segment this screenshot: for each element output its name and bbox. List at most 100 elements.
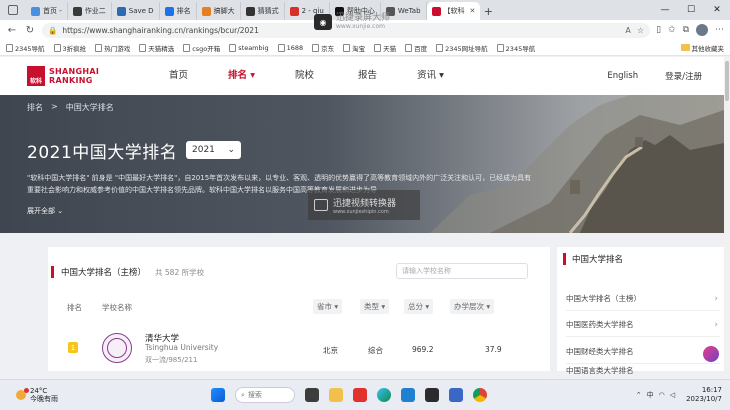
weather-widget[interactable]: 24°C 今晚有雨 xyxy=(16,387,196,403)
other-bookmarks-folder[interactable]: 其他收藏夹 xyxy=(680,43,724,53)
volume-icon[interactable]: ◁ xyxy=(670,391,675,399)
browser-tab-active[interactable]: 【软科 ✕ xyxy=(426,2,481,20)
logo-mark: 软科 xyxy=(27,66,45,86)
bookmark-item[interactable]: 热门游戏 xyxy=(95,43,130,53)
favorites-icon[interactable]: ✩ xyxy=(668,25,676,35)
table-row[interactable]: 1 清华大学 Tsinghua University 双一流/985/211 北… xyxy=(48,327,550,367)
collections-icon[interactable]: ⧉ xyxy=(683,25,689,35)
nav-reports[interactable]: 报告 xyxy=(336,57,399,95)
refresh-icon[interactable]: ↻ xyxy=(24,25,36,36)
sort-score[interactable]: 总分 ▾ xyxy=(404,299,434,314)
bookmark-item[interactable]: 百度 xyxy=(405,43,427,53)
close-tab-icon[interactable]: ✕ xyxy=(470,7,476,15)
system-tray: ⌃ 中 ◠ ◁ 16:17 2023/10/7 xyxy=(636,386,722,404)
browser-tab[interactable]: 搞脚大 xyxy=(197,2,241,20)
tab-favicon xyxy=(245,6,255,16)
maximize-icon[interactable]: ☐ xyxy=(678,0,704,20)
bookmark-item[interactable]: 京东 xyxy=(312,43,334,53)
tab-actions-button[interactable] xyxy=(0,0,26,20)
back-icon[interactable]: ← xyxy=(6,25,18,36)
bookmark-item[interactable]: steambig xyxy=(229,43,269,52)
bookmark-item[interactable]: csgo开箱 xyxy=(183,43,220,53)
rank-badge: 1 xyxy=(68,342,78,353)
side-item[interactable]: 中国医药类大学排名 › xyxy=(566,313,720,337)
tab-favicon xyxy=(289,6,299,16)
browser-tab[interactable]: Save D xyxy=(112,2,160,20)
side-item[interactable]: 中国语言类大学排名 xyxy=(566,365,720,375)
site-logo[interactable]: 软科 SHANGHAI RANKING xyxy=(27,66,137,86)
nav-news[interactable]: 资讯 ▾ xyxy=(399,57,462,95)
bookmark-label: 3折疯抢 xyxy=(62,44,87,53)
read-aloud-icon[interactable]: A xyxy=(625,26,630,35)
minimize-icon[interactable]: — xyxy=(652,0,678,20)
lock-icon: 🔒 xyxy=(48,25,58,35)
breadcrumb-home[interactable]: 排名 xyxy=(27,102,43,113)
side-item-label: 中国财经类大学排名 xyxy=(566,347,634,356)
scrollbar-thumb[interactable] xyxy=(725,61,729,101)
weather-desc: 今晚有雨 xyxy=(30,395,58,403)
bookmark-item[interactable]: 天猫 xyxy=(374,43,396,53)
new-tab-button[interactable]: + xyxy=(480,2,496,20)
nav-home[interactable]: 首页 xyxy=(147,57,210,95)
app-icon[interactable] xyxy=(449,388,463,402)
chrome-icon[interactable] xyxy=(473,388,487,402)
browser-tab[interactable]: 作业二 xyxy=(68,2,112,20)
ime-indicator[interactable]: 中 xyxy=(647,390,654,400)
bookmark-item[interactable]: 1688 xyxy=(277,43,303,52)
bookmark-item[interactable]: 2345导航 xyxy=(6,43,45,53)
wifi-icon[interactable]: ◠ xyxy=(659,391,665,399)
taskbar-search[interactable]: ⌕ 搜索 xyxy=(235,387,295,403)
expand-all-link[interactable]: 展开全部 ⌄ xyxy=(27,206,63,216)
browser-tab[interactable]: 排名 xyxy=(160,2,197,20)
bookmark-icon xyxy=(496,43,504,52)
split-screen-icon[interactable]: ▯ xyxy=(656,25,661,35)
nav-institutions[interactable]: 院校 xyxy=(273,57,336,95)
university-name-en[interactable]: Tsinghua University xyxy=(145,343,218,352)
page-scrollbar[interactable] xyxy=(724,57,730,370)
tab-title: 猜猜式 xyxy=(257,7,279,15)
year-select[interactable]: 2021 ⌄ xyxy=(186,141,241,159)
side-item[interactable]: 中国财经类大学排名› xyxy=(566,340,720,364)
filter-type[interactable]: 类型 ▾ xyxy=(360,299,390,314)
tab-title: WeTab xyxy=(397,7,421,15)
search-icon: ⌕ xyxy=(241,390,245,399)
nav-rankings[interactable]: 排名 ▾ xyxy=(210,57,273,95)
clock[interactable]: 16:17 2023/10/7 xyxy=(686,386,722,404)
browser-tab[interactable]: 猜猜式 xyxy=(241,2,285,20)
assistant-icon[interactable] xyxy=(703,346,719,362)
page-title: 2021中国大学排名 xyxy=(27,143,178,163)
col-rank: 排名 xyxy=(67,303,82,312)
side-item[interactable]: 中国大学排名（主榜） › xyxy=(566,287,720,311)
bookmark-item[interactable]: 2345网址导航 xyxy=(436,43,488,53)
bookmark-item[interactable]: 天猫精选 xyxy=(139,43,174,53)
tray-expand-icon[interactable]: ⌃ xyxy=(636,391,642,399)
profile-avatar[interactable] xyxy=(696,24,708,36)
start-icon[interactable] xyxy=(211,388,225,402)
task-view-icon[interactable] xyxy=(305,388,319,402)
bookmark-item[interactable]: 2345导航 xyxy=(496,43,535,53)
browser-tab[interactable]: 首页 - xyxy=(26,2,68,20)
favorite-star-icon[interactable]: ☆ xyxy=(637,26,644,35)
bookmark-item[interactable]: 淘宝 xyxy=(343,43,365,53)
bookmark-label: 天猫精选 xyxy=(148,44,175,53)
terminal-icon[interactable] xyxy=(425,388,439,402)
login-link[interactable]: 登录/注册 xyxy=(665,70,702,82)
bookmark-label: csgo开箱 xyxy=(192,44,221,53)
menu-icon[interactable]: ⋯ xyxy=(715,25,724,35)
language-switch[interactable]: English xyxy=(607,71,638,81)
file-explorer-icon[interactable] xyxy=(329,388,343,402)
edge-icon[interactable] xyxy=(377,388,391,402)
vscode-icon[interactable] xyxy=(401,388,415,402)
cell-province: 北京 xyxy=(323,346,338,355)
wps-icon[interactable] xyxy=(353,388,367,402)
side-title: 中国大学排名 xyxy=(572,255,624,265)
bookmark-item[interactable]: 3折疯抢 xyxy=(53,43,87,53)
bookmark-label: steambig xyxy=(238,43,269,52)
filter-province[interactable]: 省市 ▾ xyxy=(313,299,343,314)
breadcrumb: 排名 > 中国大学排名 xyxy=(27,102,114,113)
bookmark-label: 2345导航 xyxy=(15,44,45,53)
bookmark-label: 2345网址导航 xyxy=(445,44,488,53)
close-window-icon[interactable]: ✕ xyxy=(704,0,730,20)
filter-level[interactable]: 办学层次 ▾ xyxy=(450,299,495,314)
school-search-input[interactable]: 请输入学校名称 xyxy=(396,263,528,279)
